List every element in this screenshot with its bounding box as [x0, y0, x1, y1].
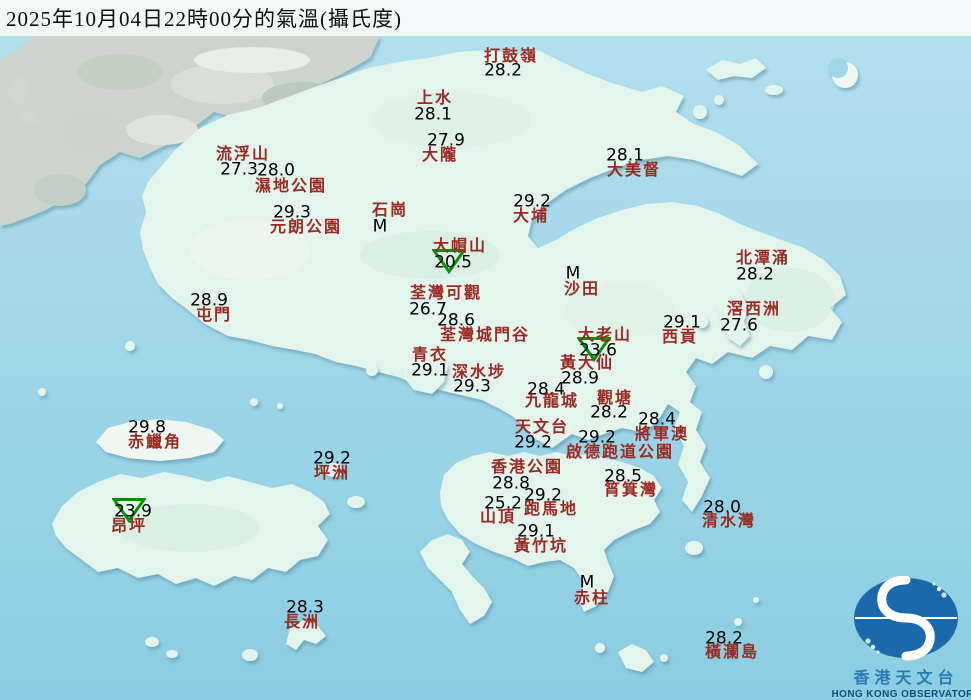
hko-logo-icon [851, 576, 961, 662]
station-name-label: 大帽山 [433, 239, 487, 255]
station-labels-layer: 28.2打鼓嶺28.1上水27.9大隴27.3流浮山28.0濕地公園29.3元朗… [0, 0, 971, 700]
station-name-label: 大隴 [422, 148, 458, 164]
station-name-label: 黃大仙 [560, 356, 614, 372]
station-name-label: 西貢 [662, 330, 698, 346]
station-temperature-value: 28.2 [736, 267, 774, 284]
temperature-map-page: 2025年10月04日22時00分的氣溫(攝氏度) 28.2打鼓嶺28.1上水2… [0, 0, 971, 700]
station-name-label: 大埔 [513, 209, 549, 225]
hko-logo-chinese: 香港天文台 [853, 664, 958, 688]
station-temperature-value: M [580, 575, 595, 592]
station-name-label: 赤柱 [574, 591, 610, 607]
station-temperature-value: 27.6 [720, 318, 758, 335]
hko-logo-english: HONG KONG OBSERVATORY [832, 689, 971, 700]
station-temperature-value: M [373, 219, 388, 236]
station-name-label: 跑馬地 [524, 502, 578, 518]
station-temperature-value: 28.9 [561, 371, 599, 388]
station-temperature-value: 20.5 [434, 255, 472, 272]
station-name-label: 荃灣可觀 [410, 286, 482, 302]
station-name-label: 山頂 [480, 510, 516, 526]
station-name-label: 將軍澳 [635, 427, 689, 443]
station-temperature-value: 28.2 [484, 63, 522, 80]
station-name-label: 昂坪 [111, 519, 147, 535]
station-temperature-value: 28.1 [414, 107, 452, 124]
station-name-label: 沙田 [564, 282, 600, 298]
station-name-label: 屯門 [196, 308, 232, 324]
station-name-label: 長洲 [284, 615, 320, 631]
station-temperature-value: M [566, 266, 581, 283]
station-name-label: 石崗 [372, 203, 408, 219]
station-temperature-value: 29.1 [411, 363, 449, 380]
station-name-label: 觀塘 [597, 391, 633, 407]
station-name-label: 橫瀾島 [705, 645, 759, 661]
title-bar: 2025年10月04日22時00分的氣溫(攝氏度) [0, 0, 971, 36]
station-name-label: 滘西洲 [727, 302, 781, 318]
station-temperature-value: 28.0 [257, 163, 295, 180]
station-name-label: 天文台 [515, 420, 569, 436]
station-temperature-value: 28.2 [590, 405, 628, 422]
station-name-label: 深水埗 [452, 365, 506, 381]
station-name-label: 黃竹坑 [514, 539, 568, 555]
station-name-label: 大老山 [578, 328, 632, 344]
station-name-label: 清水灣 [702, 514, 756, 530]
station-name-label: 元朗公園 [270, 220, 342, 236]
station-name-label: 濕地公園 [255, 179, 327, 195]
station-name-label: 赤鱲角 [128, 435, 182, 451]
station-name-label: 北潭涌 [736, 251, 790, 267]
station-name-label: 上水 [417, 91, 453, 107]
hko-logo: 香港天文台 HONG KONG OBSERVATORY [843, 576, 969, 700]
station-name-label: 香港公園 [491, 460, 563, 476]
station-name-label: 坪洲 [314, 466, 350, 482]
station-temperature-value: 29.3 [453, 379, 491, 396]
station-name-label: 啟德跑道公園 [566, 445, 674, 461]
station-name-label: 大美督 [607, 163, 661, 179]
station-name-label: 九龍城 [525, 394, 579, 410]
station-temperature-value: 29.2 [514, 435, 552, 452]
station-name-label: 打鼓嶺 [484, 49, 538, 65]
map-title: 2025年10月04日22時00分的氣溫(攝氏度) [0, 3, 402, 33]
station-name-label: 筲箕灣 [604, 483, 658, 499]
station-name-label: 青衣 [412, 348, 448, 364]
station-name-label: 荃灣城門谷 [440, 328, 530, 344]
station-temperature-value: 27.3 [220, 162, 258, 179]
